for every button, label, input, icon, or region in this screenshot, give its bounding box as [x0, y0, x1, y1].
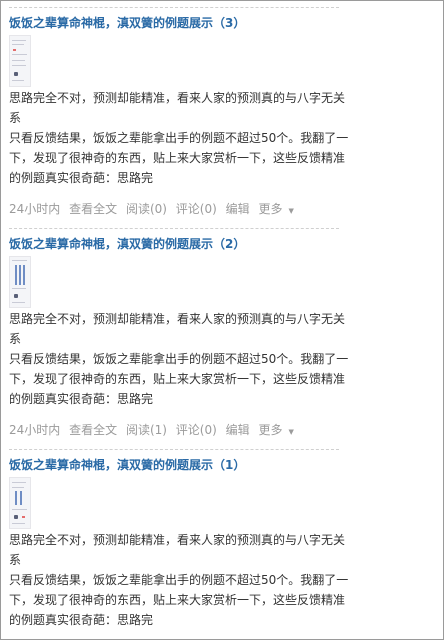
comment-count-link[interactable]: 评论(0) [176, 423, 217, 437]
excerpt-line: 只看反馈结果，饭饭之辈能拿出手的例题不超过50个。我翻了一下，发现了很神奇的东西… [9, 352, 349, 406]
edit-link[interactable]: 编辑 [226, 202, 250, 216]
post-title-link[interactable]: 饭饭之辈算命神棍，滇双簧的例题展示（2） [9, 237, 341, 251]
post-title-link[interactable]: 饭饭之辈算命神棍，滇双簧的例题展示（1） [9, 458, 341, 472]
post-separator [9, 228, 339, 229]
post-item: 饭饭之辈算命神棍，滇双簧的例题展示（3） [9, 16, 341, 30]
post-item: 饭饭之辈算命神棍，滇双簧的例题展示（2） [9, 237, 341, 251]
post-meta-bar: 24小时内 查看全文 阅读(1) 评论(0) 编辑 更多 ▼ [9, 423, 304, 439]
post-excerpt: 思路完全不对，预测却能精准，看来人家的预测真的与八字无关系 只看反馈结果，饭饭之… [9, 530, 349, 630]
read-count-link[interactable]: 阅读(1) [126, 423, 167, 437]
comment-count-link[interactable]: 评论(0) [176, 202, 217, 216]
edit-link[interactable]: 编辑 [226, 423, 250, 437]
post-thumbnail[interactable] [9, 477, 31, 529]
read-count-link[interactable]: 阅读(0) [126, 202, 167, 216]
excerpt-line: 只看反馈结果，饭饭之辈能拿出手的例题不超过50个。我翻了一下，发现了很神奇的东西… [9, 573, 349, 627]
read-full-link[interactable]: 查看全文 [69, 423, 117, 437]
post-thumbnail[interactable] [9, 256, 31, 308]
post-thumbnail[interactable] [9, 35, 31, 87]
blog-post-list: 饭饭之辈算命神棍，滇双簧的例题展示（3） 思路完全不对，预测却能精准，看来人家的… [0, 0, 444, 640]
excerpt-line: 思路完全不对，预测却能精准，看来人家的预测真的与八字无关系 [9, 533, 346, 567]
post-separator [9, 7, 339, 8]
excerpt-line: 思路完全不对，预测却能精准，看来人家的预测真的与八字无关系 [9, 312, 346, 346]
post-item: 饭饭之辈算命神棍，滇双簧的例题展示（1） [9, 458, 341, 472]
more-label: 更多 [258, 202, 283, 216]
read-full-link[interactable]: 查看全文 [69, 202, 117, 216]
more-label: 更多 [258, 423, 283, 437]
chevron-down-icon: ▼ [288, 428, 294, 436]
post-time: 24小时内 [9, 202, 61, 216]
post-excerpt: 思路完全不对，预测却能精准，看来人家的预测真的与八字无关系 只看反馈结果，饭饭之… [9, 88, 349, 188]
more-menu-button[interactable]: 更多 ▼ [258, 202, 298, 216]
more-menu-button[interactable]: 更多 ▼ [258, 423, 298, 437]
chevron-down-icon: ▼ [288, 207, 294, 215]
post-title-link[interactable]: 饭饭之辈算命神棍，滇双簧的例题展示（3） [9, 16, 341, 30]
post-separator [9, 449, 339, 450]
post-time: 24小时内 [9, 423, 61, 437]
post-excerpt: 思路完全不对，预测却能精准，看来人家的预测真的与八字无关系 只看反馈结果，饭饭之… [9, 309, 349, 409]
excerpt-line: 思路完全不对，预测却能精准，看来人家的预测真的与八字无关系 [9, 91, 346, 125]
excerpt-line: 只看反馈结果，饭饭之辈能拿出手的例题不超过50个。我翻了一下，发现了很神奇的东西… [9, 131, 349, 185]
post-meta-bar: 24小时内 查看全文 阅读(0) 评论(0) 编辑 更多 ▼ [9, 202, 304, 218]
